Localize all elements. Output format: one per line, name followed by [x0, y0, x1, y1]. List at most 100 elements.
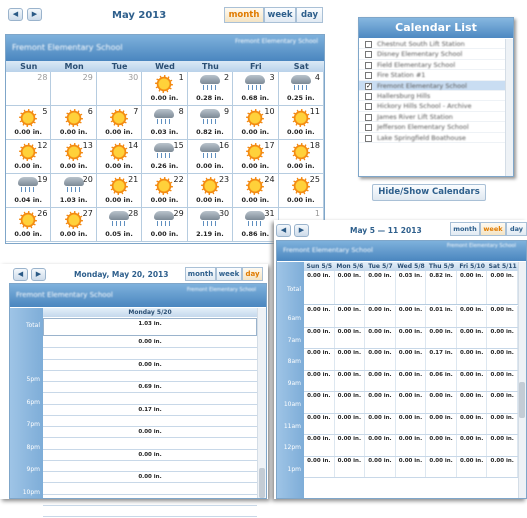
week-cell[interactable]: 0.00 in. — [396, 327, 427, 348]
week-cell[interactable]: 0.00 in. — [335, 327, 366, 348]
day-cell[interactable]: 26 0.00 in. — [6, 208, 52, 242]
week-view-button[interactable]: week — [480, 222, 506, 236]
day-cell[interactable]: 5 0.00 in. — [6, 106, 52, 140]
calendar-list-item[interactable]: Chestnut South Lift Station — [359, 39, 513, 50]
day-cell[interactable]: 17 0.00 in. — [233, 140, 279, 174]
day-view-button[interactable]: day — [296, 7, 323, 23]
week-scrollbar[interactable] — [518, 262, 526, 498]
day-cell[interactable]: 27 0.00 in. — [51, 208, 97, 242]
calendar-list-item[interactable]: Field Elementary School — [359, 60, 513, 71]
day-hour-row[interactable]: 0.00 in. — [43, 450, 257, 461]
day-cell[interactable]: 24 0.00 in. — [233, 174, 279, 208]
checkbox[interactable] — [365, 113, 372, 121]
checkbox[interactable] — [365, 72, 372, 80]
day-cell[interactable]: 21 0.00 in. — [96, 174, 143, 208]
checkbox[interactable] — [365, 92, 372, 100]
week-cell[interactable]: 0.00 in. — [487, 456, 518, 477]
week-cell[interactable]: 0.00 in. — [365, 370, 396, 391]
week-cell[interactable]: 0.00 in. — [487, 349, 518, 370]
day-cell[interactable]: 7 0.00 in. — [96, 106, 143, 140]
day-cell[interactable]: 20 1.03 in. — [51, 174, 97, 208]
week-cell[interactable]: 0.00 in. — [365, 306, 396, 327]
day-half-hour-row[interactable] — [43, 416, 257, 427]
week-cell[interactable]: 0.00 in. — [304, 456, 335, 477]
hide-show-calendars-button[interactable]: Hide/Show Calendars — [372, 184, 486, 201]
week-cell[interactable]: 0.00 in. — [396, 413, 427, 434]
week-cell[interactable]: 0.00 in. — [426, 327, 457, 348]
day-half-hour-row[interactable] — [43, 461, 257, 472]
week-cell[interactable]: 0.00 in. — [365, 456, 396, 477]
day-half-hour-row[interactable] — [43, 483, 257, 495]
week-cell[interactable]: 0.00 in. — [335, 349, 366, 370]
week-cell[interactable]: 0.00 in. — [487, 370, 518, 391]
calendar-list-item[interactable]: Hickory Hills School - Archive — [359, 101, 513, 112]
week-cell[interactable]: 0.06 in. — [426, 370, 457, 391]
week-cell[interactable]: 0.00 in. — [426, 435, 457, 456]
day-cell[interactable]: 15 0.26 in. — [142, 140, 188, 174]
calendar-list-item[interactable]: Disney Elementary School — [359, 49, 513, 60]
day-cell[interactable]: 30 2.19 in. — [187, 208, 234, 242]
week-cell[interactable]: 0.01 in. — [426, 306, 457, 327]
week-cell[interactable]: 0.00 in. — [396, 306, 427, 327]
week-cell[interactable]: 0.00 in. — [304, 327, 335, 348]
checkbox[interactable] — [365, 81, 372, 91]
week-cell[interactable]: 0.00 in. — [457, 349, 488, 370]
checkbox[interactable] — [365, 51, 372, 59]
week-cell[interactable]: 0.00 in. — [304, 392, 335, 413]
day-half-hour-row[interactable] — [43, 438, 257, 450]
week-cell[interactable]: 0.00 in. — [457, 456, 488, 477]
week-cell[interactable]: 0.00 in. — [396, 392, 427, 413]
day-hour-row[interactable]: 0.00 in. — [43, 427, 257, 439]
day-cell[interactable]: 29 — [51, 72, 97, 106]
week-cell[interactable]: 0.00 in. — [304, 370, 335, 391]
day-cell[interactable]: 23 0.00 in. — [187, 174, 234, 208]
week-cell[interactable]: 0.00 in. — [365, 413, 396, 434]
day-cell[interactable]: 25 0.00 in. — [278, 174, 324, 208]
day-hour-row[interactable]: 0.00 in. — [43, 360, 257, 371]
week-cell[interactable]: 0.00 in. — [487, 413, 518, 434]
day-cell[interactable]: 4 0.25 in. — [278, 72, 324, 106]
checkbox[interactable] — [365, 103, 372, 111]
week-cell[interactable]: 0.00 in. — [457, 392, 488, 413]
week-cell[interactable]: 0.00 in. — [426, 413, 457, 434]
day-half-hour-row[interactable] — [43, 348, 257, 360]
calendar-list-item[interactable]: James River Lift Station — [359, 112, 513, 123]
calendar-list-item[interactable]: Fremont Elementary School — [359, 80, 513, 91]
week-cell[interactable]: 0.00 in. — [396, 435, 427, 456]
next-button[interactable]: ▶ — [27, 8, 42, 21]
day-scrollbar[interactable] — [257, 308, 266, 498]
week-cell[interactable]: 0.00 in. — [396, 349, 427, 370]
checkbox[interactable] — [365, 134, 372, 142]
day-cell[interactable]: 28 0.05 in. — [96, 208, 143, 242]
week-cell[interactable]: 0.00 in. — [457, 306, 488, 327]
day-cell[interactable]: 18 0.00 in. — [278, 140, 324, 174]
calendar-list-item[interactable]: Fire Station #1 — [359, 70, 513, 81]
month-view-button[interactable]: month — [224, 7, 264, 23]
week-cell[interactable]: 0.00 in. — [365, 435, 396, 456]
week-cell[interactable]: 0.00 in. — [457, 370, 488, 391]
week-cell[interactable]: 0.00 in. — [304, 349, 335, 370]
day-cell[interactable]: 9 0.82 in. — [187, 106, 234, 140]
day-hour-row[interactable]: 0.17 in. — [43, 405, 257, 416]
week-cell[interactable]: 0.00 in. — [487, 306, 518, 327]
calendar-list-item[interactable]: Lake Springfield Boathouse — [359, 133, 513, 143]
prev-button[interactable]: ◀ — [8, 8, 23, 21]
week-cell[interactable]: 0.00 in. — [457, 413, 488, 434]
checkbox[interactable] — [365, 41, 372, 48]
prev-button[interactable]: ◀ — [276, 224, 291, 237]
checkbox[interactable] — [365, 61, 372, 69]
week-cell[interactable]: 0.17 in. — [426, 349, 457, 370]
month-view-button[interactable]: month — [450, 222, 480, 236]
week-cell[interactable]: 0.00 in. — [487, 435, 518, 456]
week-cell[interactable]: 0.00 in. — [426, 392, 457, 413]
scroll-thumb[interactable] — [519, 382, 525, 418]
week-cell[interactable]: 0.00 in. — [304, 413, 335, 434]
calendar-list-item[interactable]: Jefferson Elementary School — [359, 122, 513, 133]
day-cell[interactable]: 6 0.00 in. — [51, 106, 97, 140]
day-cell[interactable]: 3 0.68 in. — [233, 72, 279, 106]
day-cell[interactable]: 11 0.00 in. — [278, 106, 324, 140]
day-cell[interactable]: 19 0.04 in. — [6, 174, 52, 208]
week-cell[interactable]: 0.00 in. — [335, 435, 366, 456]
scroll-thumb[interactable] — [259, 468, 265, 498]
day-hour-row[interactable]: 0.00 in. — [43, 337, 257, 349]
